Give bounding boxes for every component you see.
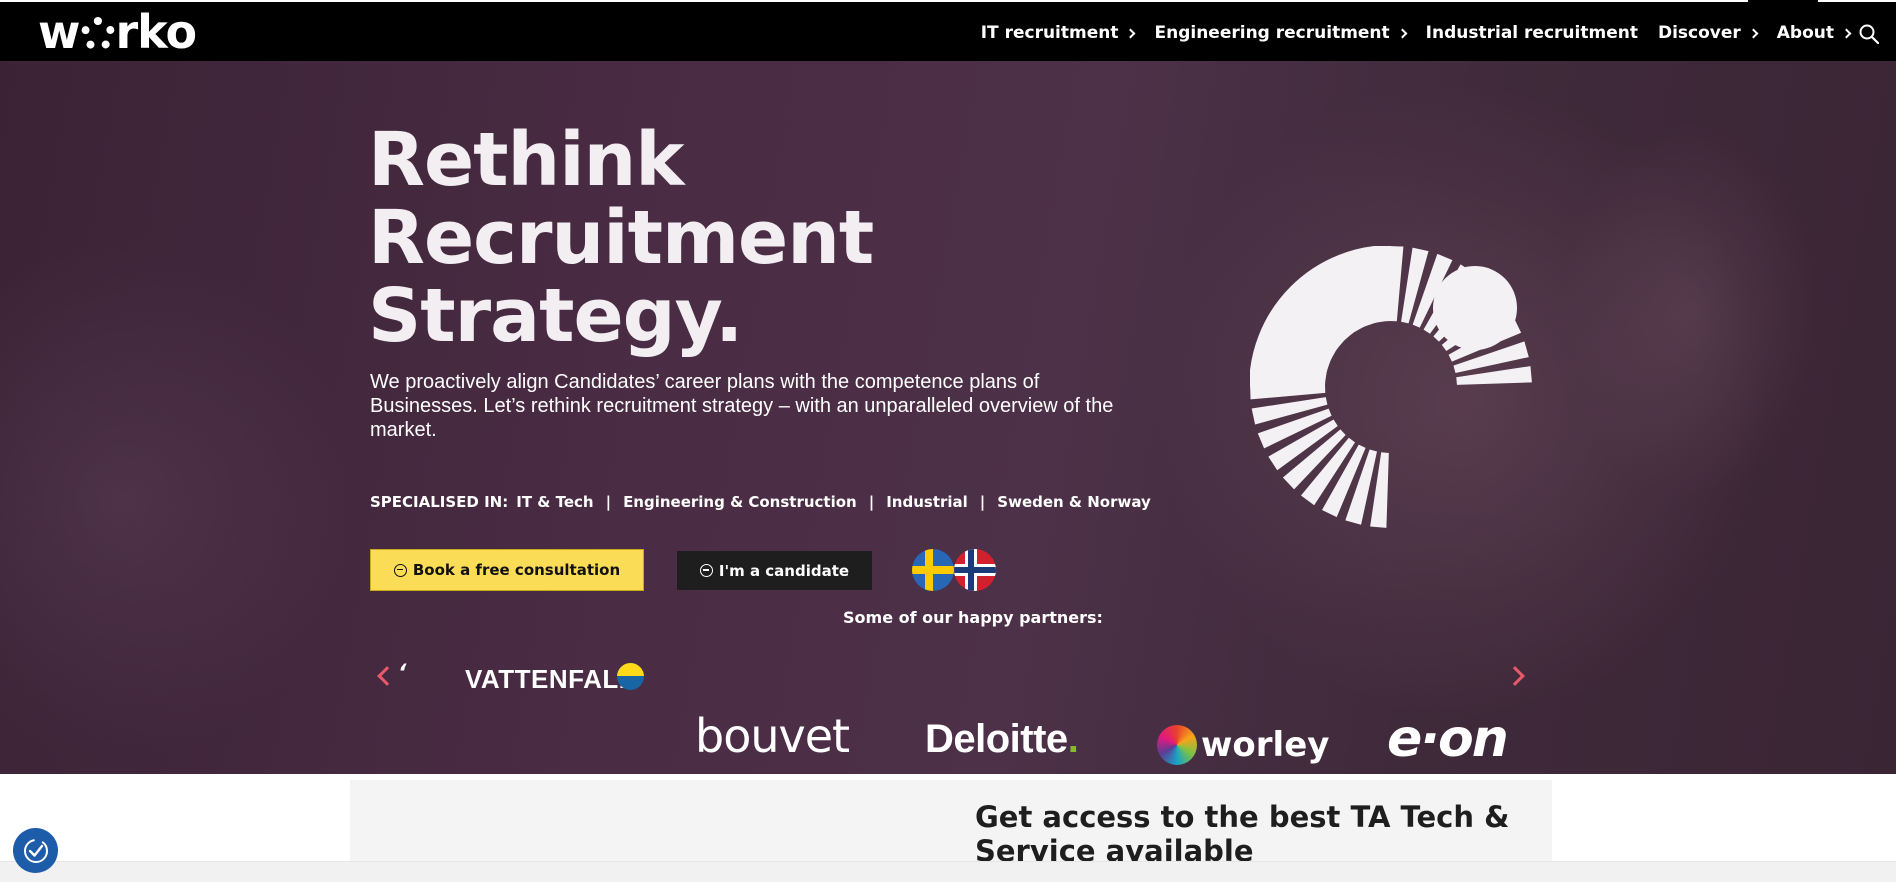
worko-logo[interactable]: w rko (38, 5, 197, 59)
button-label: Book a free consultation (412, 561, 621, 579)
chevron-right-icon (1397, 28, 1408, 38)
arrow-circle-icon (393, 563, 407, 577)
partner-logo-partial: ʻ (398, 661, 407, 686)
nav-item-industrial-recruitment[interactable]: Industrial recruitment (1426, 23, 1638, 43)
logo-o-mark (80, 17, 115, 51)
specialised-item: IT & Tech (516, 493, 594, 511)
ta-tech-heading: Get access to the best TA Tech & Service… (975, 800, 1510, 868)
vattenfall-wordmark: VATTENFALL (465, 664, 636, 694)
cookie-consent-icon[interactable] (13, 828, 58, 873)
hero-headline: Rethink Recruitment Strategy. (368, 117, 874, 359)
bottom-strip (0, 861, 1896, 882)
logo-w: w (38, 5, 80, 59)
headline-line: Strategy. (368, 273, 743, 359)
specialised-item: Sweden & Norway (997, 493, 1151, 511)
nav-item-engineering-recruitment[interactable]: Engineering recruitment (1154, 22, 1408, 43)
headline-line: Recruitment (368, 195, 874, 281)
nav-menu: IT recruitment Engineering recruitment I… (980, 2, 1852, 63)
specialised-label: SPECIALISED IN: (370, 493, 509, 511)
search-icon[interactable] (1859, 24, 1879, 44)
nav-label: Industrial recruitment (1425, 22, 1638, 43)
specialised-item: Industrial (886, 493, 968, 511)
headline-line: Rethink (368, 117, 685, 203)
nav-label: About (1776, 22, 1834, 43)
partner-logo-eon: e·on (1387, 709, 1509, 769)
separator: | (979, 493, 986, 511)
nav-label: IT recruitment (980, 22, 1119, 43)
arrow-circle-icon (699, 564, 713, 577)
chevron-right-icon (1126, 28, 1136, 38)
nav-item-discover[interactable]: Discover (1657, 22, 1759, 43)
norway-flag-icon[interactable] (954, 549, 996, 591)
nav-item-about[interactable]: About (1776, 22, 1852, 43)
specialised-item: Engineering & Construction (623, 493, 857, 511)
carousel-next-icon[interactable] (1508, 666, 1526, 684)
nav-label: Discover (1657, 22, 1741, 43)
hero-section: Rethink Recruitment Strategy. We proacti… (0, 61, 1896, 774)
hero-subcopy: We proactively align Candidates’ career … (370, 371, 1114, 441)
vattenfall-circle-icon (617, 663, 644, 690)
candidate-button[interactable]: I'm a candidate (677, 551, 872, 590)
logo-rko: rko (115, 5, 198, 59)
partners-title: Some of our happy partners: (843, 608, 1103, 627)
deloitte-wordmark: Deloitte (925, 717, 1068, 761)
partner-logo-bouvet: bouvet (695, 709, 850, 763)
hero-background-sleeve (1560, 121, 1820, 501)
button-label: I'm a candidate (718, 561, 850, 580)
separator: | (605, 493, 612, 511)
chevron-right-icon (1841, 28, 1852, 38)
specialised-in-list: SPECIALISED IN: IT & Tech | Engineering … (370, 493, 1151, 511)
deloitte-dot: . (1067, 717, 1079, 761)
partner-logo-worley: worley (1157, 725, 1329, 765)
sweden-flag-icon[interactable] (912, 549, 954, 591)
book-consultation-button[interactable]: Book a free consultation (370, 549, 644, 591)
nav-label: Engineering recruitment (1154, 22, 1390, 43)
carousel-prev-icon[interactable] (375, 666, 393, 684)
chevron-right-icon (1748, 28, 1759, 38)
worko-brand-mark-icon (1250, 246, 1532, 528)
worley-wordmark: worley (1201, 725, 1330, 765)
nav-item-it-recruitment[interactable]: IT recruitment (980, 22, 1136, 43)
hero-background-hand-left (0, 241, 360, 761)
separator: | (868, 493, 875, 511)
worley-globe-icon (1157, 725, 1197, 765)
partner-logo-deloitte: Deloitte. (925, 717, 1079, 762)
top-navigation: w rko IT recruitment Engineering recruitm… (0, 0, 1896, 61)
